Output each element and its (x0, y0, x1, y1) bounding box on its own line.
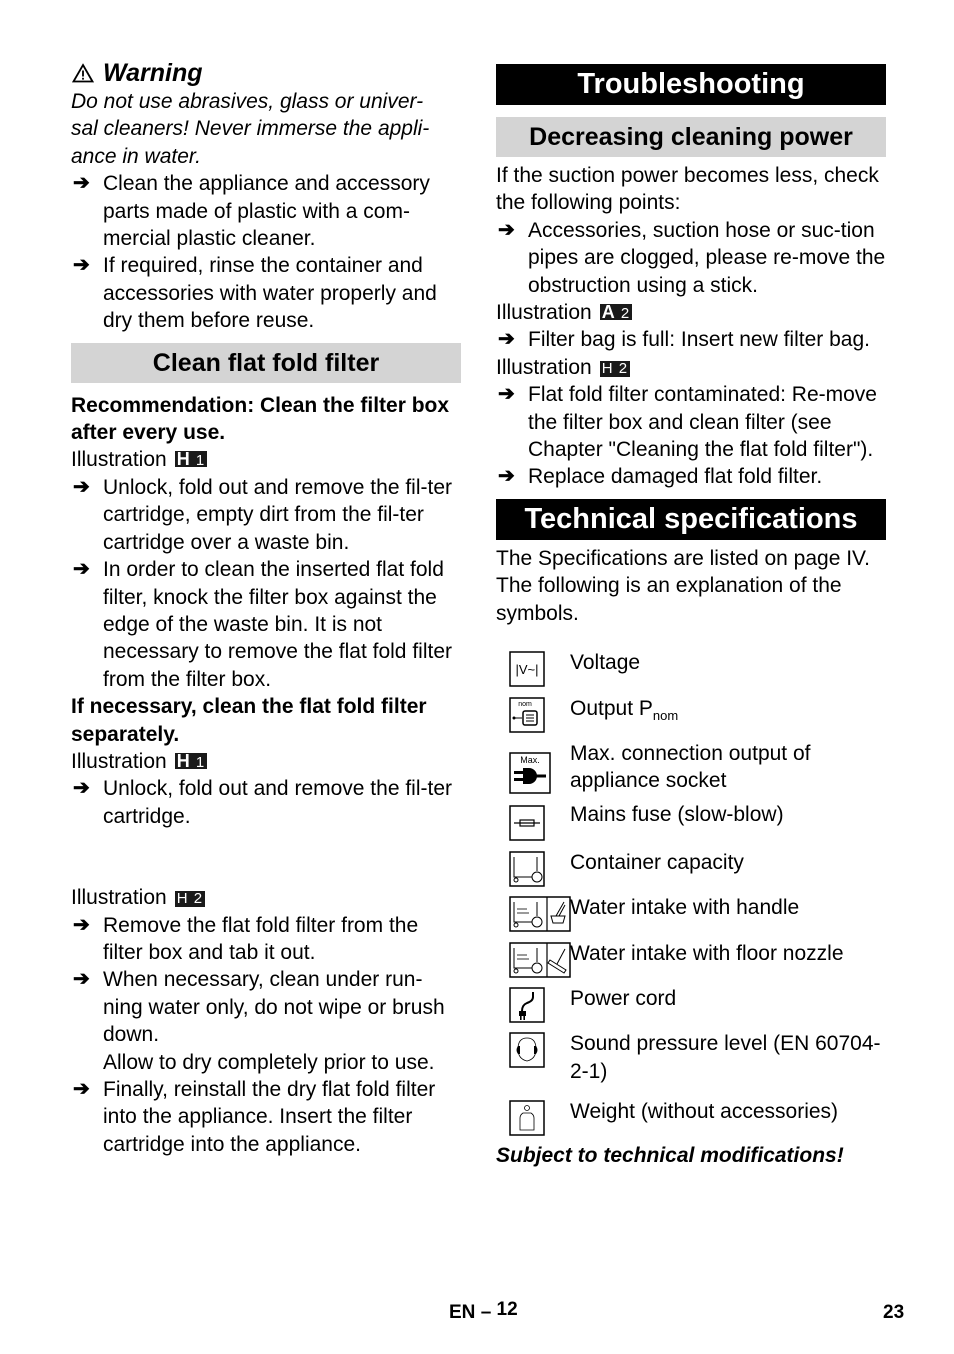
svg-text:nom: nom (518, 701, 532, 708)
arrow-icon: ➔ (73, 968, 90, 991)
power-cord-icon (509, 987, 545, 1023)
arrow-icon: ➔ (73, 254, 90, 277)
arrow-icon: ➔ (498, 383, 515, 406)
symbol-row: Water intake with handle (496, 894, 886, 939)
illustration-ref: Illustration H 1 (71, 448, 208, 472)
warning-heading: Warning (71, 58, 461, 88)
illustration-ref: Illustration H 2 (71, 886, 206, 910)
arrow-icon: ➔ (73, 777, 90, 800)
clean-step: ➔ Unlock, fold out and remove the fil-ter… (73, 475, 453, 554)
sound-pressure-icon (509, 1032, 545, 1069)
svg-text:Max.: Max. (520, 755, 540, 765)
warning-text: Do not use abrasives, glass or univer- s… (71, 90, 430, 168)
symbol-row: nom Output Pnom (496, 695, 886, 740)
symbol-row: Water intake with floor nozzle (496, 940, 886, 985)
symbol-row: Max. Max. connection output of appliance… (496, 740, 886, 801)
symbol-row: |V~| Voltage (496, 649, 886, 694)
troubleshooting-step: ➔ Replace damaged flat fold filter. (496, 463, 886, 490)
voltage-icon: |V~| (509, 651, 545, 687)
warning-step: ➔ Clean the appliance and accessory parts… (73, 172, 430, 251)
arrow-icon: ➔ (73, 1078, 90, 1100)
arrow-icon: ➔ (73, 558, 90, 581)
illustration-ref: Illustration H 2 (496, 355, 631, 379)
troubleshooting-step: ➔ Accessories, suction hose or suc-tion p… (498, 218, 886, 297)
svg-text:|V~|: |V~| (515, 662, 538, 677)
recommendation-note: Recommendation: Clean the filter box aft… (71, 393, 450, 445)
clean-step: ➔ Finally, reinstall the dry flat fold fi… (73, 1078, 436, 1156)
clean-step: ➔ Unlock, fold out and remove the fil-ter… (73, 777, 453, 828)
illustration-badge: H 1 (174, 449, 208, 470)
warning-title: Warning (103, 59, 203, 87)
symbol-table: |V~| Voltage nom Output Pnom Max. Max. c… (496, 649, 886, 1144)
symbol-row: Sound pressure level (EN 60704-2-1) (496, 1030, 886, 1098)
illustration-badge: H 1 (174, 750, 208, 771)
max-connection-plug-icon: Max. (509, 752, 551, 794)
tech-specs-intro: The Specifications are listed on page IV… (496, 546, 870, 625)
troubleshooting-intro: If the suction power becomes less, check… (496, 164, 879, 215)
illustration-badge: H 2 (599, 359, 631, 377)
section-heading-troubleshooting: Troubleshooting (496, 64, 886, 105)
dry-note: Allow to dry completely prior to use. (103, 1050, 435, 1074)
clean-step: ➔ Remove the flat fold filter from the fi… (73, 913, 419, 964)
arrow-icon: ➔ (73, 475, 90, 498)
symbol-row: Power cord (496, 985, 886, 1030)
separately-note: If necessary, clean the flat fold filter… (71, 695, 427, 746)
clean-step: ➔ In order to clean the inserted flat fol… (73, 558, 452, 691)
output-power-icon: nom (509, 696, 545, 733)
arrow-icon: ➔ (498, 328, 515, 351)
troubleshooting-step: ➔ Filter bag is full: Insert new filter b… (496, 326, 886, 353)
arrow-icon: ➔ (73, 172, 90, 195)
water-intake-floor-nozzle-icon (509, 941, 571, 978)
illustration-badge: A 2 (599, 302, 633, 323)
symbol-row: Mains fuse (slow-blow) (496, 801, 886, 848)
symbol-row: Container capacity (496, 849, 886, 894)
water-intake-handle-icon (509, 896, 571, 932)
arrow-icon: ➔ (498, 465, 515, 488)
illustration-ref: Illustration A 2 (496, 301, 633, 325)
subheading-decreasing-power: Decreasing cleaning power (496, 117, 886, 157)
section-heading-tech-specs: Technical specifications (496, 498, 886, 540)
footer-section-page: EN – 12 (449, 1299, 518, 1323)
symbol-row: Weight (without accessories) (496, 1098, 886, 1143)
tech-specs-footnote: Subject to technical modifications! (496, 1143, 844, 1167)
arrow-icon: ➔ (498, 218, 515, 241)
arrow-icon: ➔ (73, 913, 90, 936)
weight-icon (509, 1100, 545, 1137)
warning-step: ➔ If required, rinse the container and ac… (73, 254, 437, 333)
illustration-badge: H 2 (174, 890, 206, 908)
clean-step: ➔ When necessary, clean under run-ning wa… (73, 968, 445, 1047)
right-column: Troubleshooting Decreasing cleaning powe… (496, 64, 886, 1169)
footer-page-number: 23 (883, 1302, 905, 1323)
section-heading-clean-filter: Clean flat fold filter (71, 342, 461, 383)
troubleshooting-step: ➔ Flat fold filter contaminated: Re-move … (498, 383, 877, 462)
fuse-icon (509, 805, 545, 842)
warning-triangle-icon (72, 63, 94, 83)
container-icon (509, 850, 545, 887)
illustration-ref: Illustration H 1 (71, 749, 208, 773)
left-column: Warning Do not use abrasives, glass or u… (71, 58, 461, 1158)
